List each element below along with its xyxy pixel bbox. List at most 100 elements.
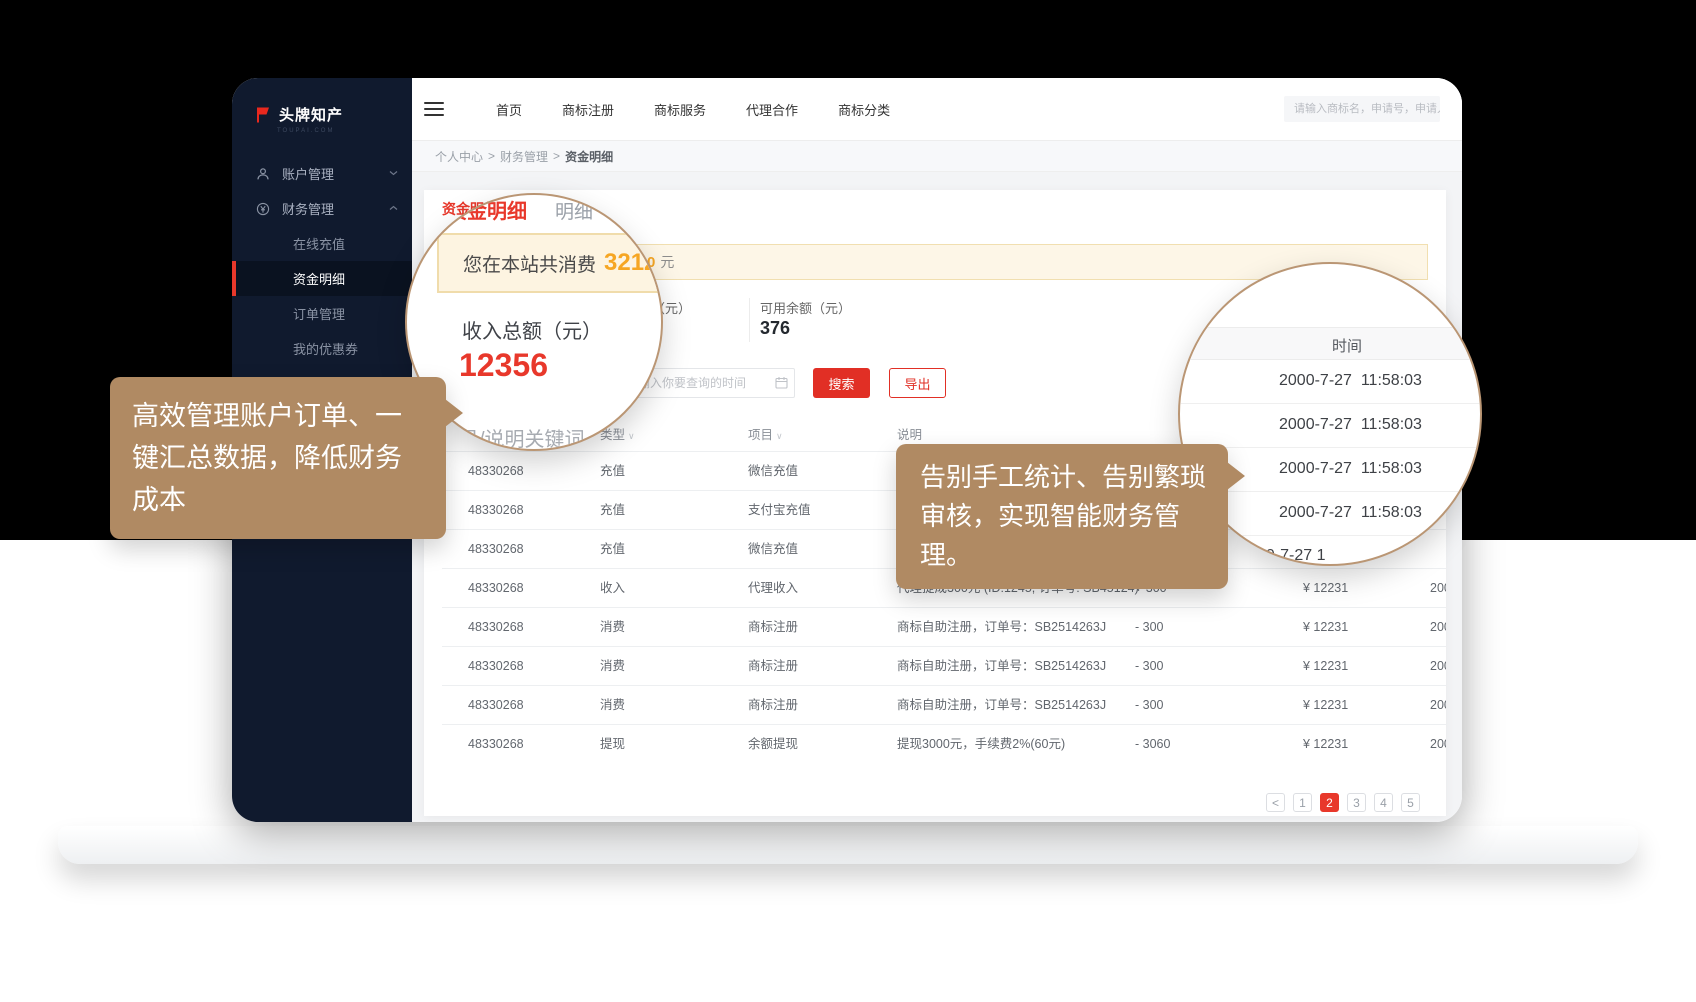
cell-balance: ¥ 12231: [1303, 608, 1348, 647]
laptop-base: [58, 826, 1638, 864]
magnified-time-header-label: 时间: [1332, 335, 1362, 356]
callout-arrow-icon: [1227, 462, 1245, 490]
trademark-search-input[interactable]: [1284, 96, 1440, 122]
breadcrumb: 个人中心 > 财务管理 > 资金明细: [412, 141, 1462, 172]
calendar-icon[interactable]: [775, 376, 788, 389]
sidebar-item-fund-detail[interactable]: 资金明细: [232, 261, 412, 296]
nav-tab-trademark-class[interactable]: 商标分类: [838, 100, 890, 119]
nav-tab-agency[interactable]: 代理合作: [746, 100, 798, 119]
cell-project: 余额提现: [748, 725, 798, 762]
magnified-income-value: 12356: [459, 347, 548, 384]
cell-project: 微信充值: [748, 452, 798, 491]
magnified-tab-fragment: 资金明细: [447, 195, 527, 224]
magnified-time-row: 2000-7-27 11:58:03: [1180, 404, 1480, 448]
finance-icon: [256, 202, 270, 216]
hamburger-menu-icon[interactable]: [424, 98, 444, 120]
chevron-up-icon: [389, 205, 398, 211]
cell-project: 商标注册: [748, 608, 798, 647]
pagination-page-1[interactable]: 1: [1293, 793, 1312, 812]
magnified-tab-fragment-2: 明细: [555, 197, 593, 224]
nav-tab-home[interactable]: 首页: [496, 100, 522, 119]
magnified-time-header: 时间: [1180, 327, 1480, 360]
nav-tab-trademark-service[interactable]: 商标服务: [654, 100, 706, 119]
magnified-banner-text: 您在本站共消费: [463, 250, 596, 277]
sidebar-item-recharge[interactable]: 在线充值: [232, 226, 412, 261]
cell-order: 48330268: [468, 647, 524, 686]
cell-project: 商标注册: [748, 647, 798, 686]
sidebar-item-orders[interactable]: 订单管理: [232, 296, 412, 331]
header-project[interactable]: 项目∨: [748, 422, 783, 449]
breadcrumb-separator: >: [488, 149, 495, 163]
cell-type: 提现: [600, 725, 625, 762]
magnified-banner: 您在本站共消费 32124: [437, 233, 663, 293]
brand-name: 头牌知产: [279, 104, 343, 125]
sidebar-item-coupons[interactable]: 我的优惠券: [232, 331, 412, 366]
cell-amount: - 300: [1135, 608, 1164, 647]
brand-subtext: TOUPAI.COM: [232, 125, 412, 134]
sidebar-item-label: 账户管理: [282, 164, 334, 183]
breadcrumb-item[interactable]: 个人中心: [435, 148, 483, 165]
cell-order: 48330268: [468, 530, 524, 569]
magnified-time-row: 2000-7-27 11:58:03: [1180, 360, 1480, 404]
sidebar-item-label: 资金明细: [293, 269, 345, 288]
cell-time: 2000-7-27 11:58:03: [1430, 608, 1446, 647]
sidebar-item-label: 我的优惠券: [293, 339, 358, 358]
breadcrumb-current: 资金明细: [565, 148, 613, 165]
cell-type: 充值: [600, 530, 625, 569]
magnified-banner-amount: 32124: [604, 249, 663, 277]
pagination-page-5[interactable]: 5: [1401, 793, 1420, 812]
sort-chevron-icon: ∨: [776, 431, 783, 441]
pagination-page-2-active[interactable]: 2: [1320, 793, 1339, 812]
sidebar-item-account[interactable]: 账户管理: [232, 156, 412, 191]
export-button[interactable]: 导出: [889, 368, 946, 398]
cell-type: 消费: [600, 686, 625, 725]
cell-type: 收入: [600, 569, 625, 608]
magnified-time-value: 2000-7-27 11:58:03: [1279, 416, 1422, 434]
callout-right: 告别手工统计、告别繁琐审核，实现智能财务管理。: [896, 444, 1228, 589]
cell-type: 充值: [600, 452, 625, 491]
cell-balance: ¥ 12231: [1303, 725, 1348, 762]
cell-desc: 商标自助注册，订单号：SB2514263J: [897, 608, 1106, 647]
sidebar-item-label: 财务管理: [282, 199, 334, 218]
breadcrumb-item[interactable]: 财务管理: [500, 148, 548, 165]
magnified-time-value: 2000-7-27 11:58:03: [1279, 372, 1422, 390]
nav-tab-trademark-register[interactable]: 商标注册: [562, 100, 614, 119]
sidebar-item-finance[interactable]: 财务管理: [232, 191, 412, 226]
cell-balance: ¥ 12231: [1303, 569, 1348, 608]
cell-desc: 商标自助注册，订单号：SB2514263J: [897, 686, 1106, 725]
brand-flag-icon: [254, 106, 272, 124]
cell-type: 消费: [600, 608, 625, 647]
breadcrumb-separator: >: [553, 149, 560, 163]
cell-time: 2000-7-27 11:58:03: [1430, 647, 1446, 686]
sidebar-item-label: 订单管理: [293, 304, 345, 323]
cell-desc: 提现3000元，手续费2%(60元): [897, 725, 1065, 762]
magnified-time-value: 2000-7-27 11:58:03: [1279, 460, 1422, 478]
magnified-time-value: 2000-7-27 11:58:03: [1279, 504, 1422, 522]
table-row: 48330268 消费 商标注册 商标自助注册，订单号：SB2514263J -…: [442, 608, 1446, 647]
banner-unit: 元: [660, 252, 674, 272]
magnified-time-partial: 00-7-27 1: [1257, 547, 1326, 565]
table-row: 48330268 提现 余额提现 提现3000元，手续费2%(60元) - 30…: [442, 725, 1446, 762]
pagination-page-3[interactable]: 3: [1347, 793, 1366, 812]
cell-type: 消费: [600, 647, 625, 686]
cell-time: 2000-7-27 11:58:03: [1430, 725, 1446, 762]
cell-amount: - 3060: [1135, 725, 1170, 762]
cell-project: 微信充值: [748, 530, 798, 569]
sidebar-item-label: 在线充值: [293, 234, 345, 253]
cell-order: 48330268: [468, 686, 524, 725]
callout-left-text: 高效管理账户订单、一键汇总数据，降低财务成本: [132, 401, 402, 515]
cell-time: 2000-7-27 11:58:03: [1430, 569, 1446, 608]
pagination: < 1 2 3 4 5: [1266, 793, 1420, 812]
search-button[interactable]: 搜索: [813, 368, 870, 398]
cell-project: 商标注册: [748, 686, 798, 725]
stat-divider: [749, 298, 750, 342]
cell-time: 2000-7-27 11:58:03: [1430, 686, 1446, 725]
cell-balance: ¥ 12231: [1303, 647, 1348, 686]
cell-project: 代理收入: [748, 569, 798, 608]
pagination-page-4[interactable]: 4: [1374, 793, 1393, 812]
user-icon: [256, 167, 270, 181]
cell-desc: 商标自助注册，订单号：SB2514263J: [897, 647, 1106, 686]
callout-right-text: 告别手工统计、告别繁琐审核，实现智能财务管理。: [920, 462, 1206, 570]
pagination-prev-button[interactable]: <: [1266, 793, 1285, 812]
top-navigation: 首页 商标注册 商标服务 代理合作 商标分类: [496, 100, 890, 119]
